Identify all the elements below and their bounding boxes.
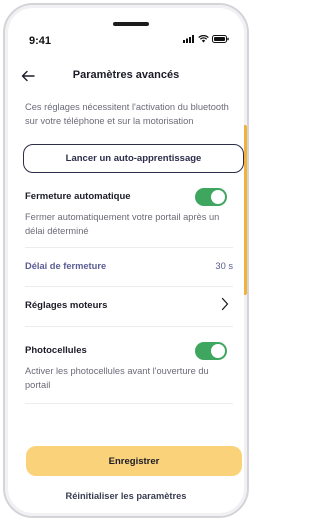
- side-accent: [244, 125, 247, 295]
- toggle-knob: [211, 344, 225, 358]
- page-title: Paramètres avancés: [72, 69, 180, 81]
- close-delay-label: Délai de fermeture: [25, 261, 107, 271]
- signal-icon: [183, 35, 194, 43]
- status-bar: 9:41: [5, 5, 247, 57]
- wifi-icon: [198, 35, 209, 43]
- reset-settings-button[interactable]: Réinitialiser les paramètres: [5, 491, 247, 501]
- divider: [25, 247, 233, 248]
- toggle-knob: [211, 190, 225, 204]
- photocells-description: Activer les photocellules avant l'ouvert…: [25, 366, 209, 390]
- close-delay-value: 30 s: [215, 261, 233, 271]
- auto-close-description: Fermer automatiquement votre portail apr…: [25, 212, 220, 236]
- phone-frame: 9:41 Paramètres avancés Ces réglages néc…: [3, 3, 249, 518]
- header: Paramètres avancés: [5, 65, 247, 89]
- photocells-toggle[interactable]: [195, 342, 227, 360]
- divider: [25, 286, 233, 287]
- status-time: 9:41: [29, 35, 52, 47]
- photocells-section: Photocellules Activer les photocellules …: [25, 342, 233, 392]
- motor-settings-row[interactable]: Réglages moteurs: [25, 295, 233, 315]
- auto-close-section: Fermeture automatique Fermer automatique…: [25, 188, 233, 238]
- save-button[interactable]: Enregistrer: [26, 446, 242, 476]
- motor-settings-label: Réglages moteurs: [25, 300, 108, 311]
- bluetooth-info-text: Ces réglages nécessitent l'activation du…: [25, 102, 229, 126]
- auto-close-toggle[interactable]: [195, 188, 227, 206]
- battery-icon: [212, 35, 229, 43]
- divider: [25, 326, 233, 327]
- chevron-right-icon: [221, 297, 229, 311]
- close-delay-row[interactable]: Délai de fermeture 30 s: [25, 261, 233, 277]
- divider: [25, 403, 233, 404]
- auto-learning-button[interactable]: Lancer un auto-apprentissage: [23, 144, 244, 173]
- status-icons: [183, 35, 229, 43]
